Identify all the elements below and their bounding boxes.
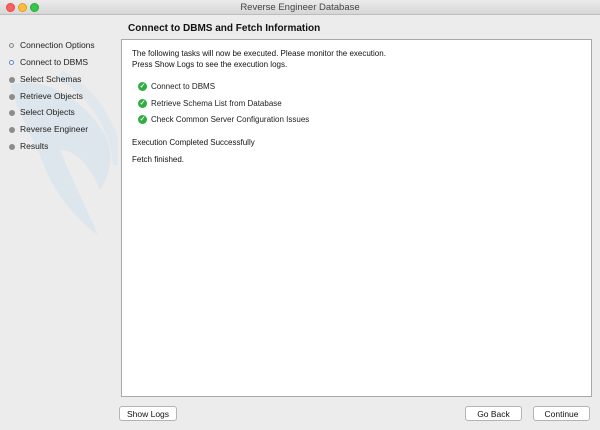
execution-panel: The following tasks will now be executed… bbox=[121, 39, 592, 397]
reverse-engineer-window: Reverse Engineer Database Connection Opt… bbox=[0, 0, 600, 430]
check-circle-icon: ✓ bbox=[138, 99, 147, 108]
fetch-status-message: Fetch finished. bbox=[132, 155, 185, 164]
step-done-icon bbox=[9, 43, 14, 48]
show-logs-button[interactable]: Show Logs bbox=[119, 406, 177, 421]
window-title: Reverse Engineer Database bbox=[240, 2, 360, 13]
check-circle-icon: ✓ bbox=[138, 82, 147, 91]
execution-status-message: Execution Completed Successfully bbox=[132, 138, 255, 147]
title-bar: Reverse Engineer Database bbox=[0, 0, 600, 15]
step-pending-icon bbox=[9, 144, 15, 150]
step-pending-icon bbox=[9, 110, 15, 116]
intro-text-line-2: Press Show Logs to see the execution log… bbox=[132, 60, 288, 69]
step-current-icon bbox=[9, 60, 14, 65]
check-circle-icon: ✓ bbox=[138, 115, 147, 124]
go-back-button[interactable]: Go Back bbox=[465, 406, 522, 421]
dolphin-watermark-icon bbox=[10, 70, 118, 235]
step-pending-icon bbox=[9, 94, 15, 100]
wizard-steps-sidebar: Connection Options Connect to DBMS Selec… bbox=[0, 15, 118, 430]
continue-button[interactable]: Continue bbox=[533, 406, 590, 421]
page-title: Connect to DBMS and Fetch Information bbox=[128, 23, 321, 34]
step-pending-icon bbox=[9, 127, 15, 133]
step-pending-icon bbox=[9, 77, 15, 83]
intro-text-line-1: The following tasks will now be executed… bbox=[132, 49, 386, 58]
